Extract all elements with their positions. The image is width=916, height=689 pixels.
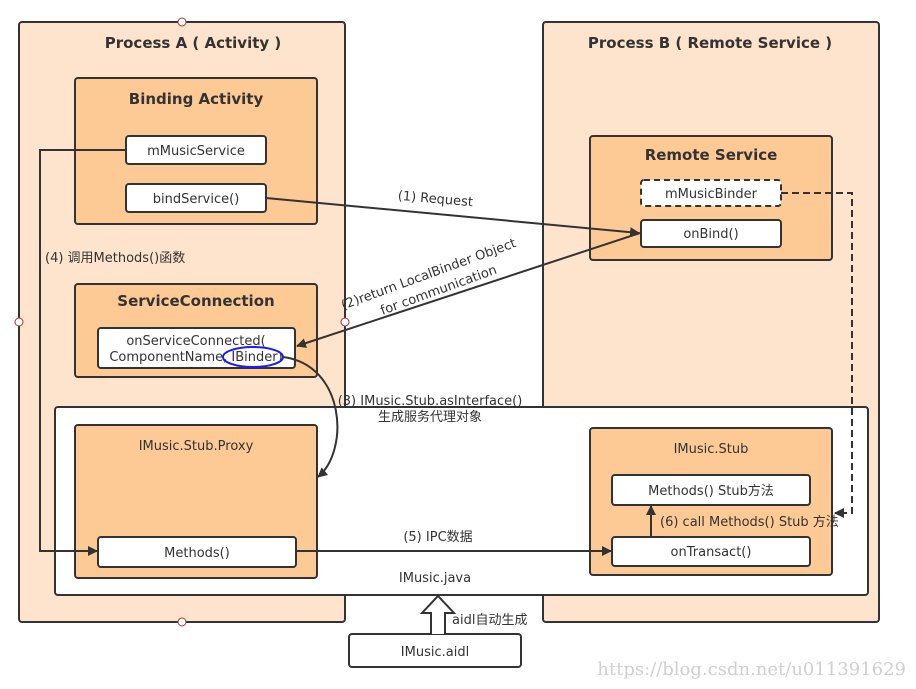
generate-arrow-icon — [419, 594, 457, 634]
bindservice-label: bindService() — [153, 192, 240, 207]
stub-methods-label: Methods() Stub方法 — [648, 483, 774, 499]
mmusicbinder-label: mMusicBinder — [665, 187, 758, 202]
service-connection: ServiceConnection onServiceConnected( Co… — [74, 283, 318, 378]
ipc-diagram: Process A ( Activity ) Process B ( Remot… — [14, 17, 906, 680]
step4-label: (4) 调用Methods()函数 — [45, 251, 185, 266]
ontransact-label: onTransact() — [671, 545, 752, 560]
process-a-title: Process A ( Activity ) — [105, 34, 282, 52]
onserviceconnected-line2: ComponentName, IBinder) — [109, 350, 282, 365]
watermark: https://blog.csdn.net/u011391629 — [597, 659, 906, 680]
step3-label-line1: (3) IMusic.Stub.asInterface() — [338, 394, 523, 409]
imusic-java: IMusic.java IMusic.Stub.Proxy Methods() … — [54, 406, 869, 596]
handle-top — [177, 17, 187, 27]
remote-service-title: Remote Service — [645, 146, 778, 164]
aidl-generated-label: aidl自动生成 — [452, 613, 527, 628]
step1-label: (1) Request — [397, 189, 473, 211]
imusic-aidl-label: IMusic.aidl — [401, 645, 469, 660]
service-connection-title: ServiceConnection — [117, 292, 274, 310]
stub-title: IMusic.Stub — [674, 442, 749, 457]
step6-label: (6) call Methods() Stub 方法 — [660, 514, 839, 530]
proxy-methods-label: Methods() — [164, 546, 230, 561]
step3-label-line2: 生成服务代理对象 — [378, 409, 482, 425]
mmusicservice-label: mMusicService — [147, 144, 245, 159]
handle-right — [340, 317, 350, 327]
step5-label: (5) IPC数据 — [403, 530, 472, 545]
stub-proxy-title: IMusic.Stub.Proxy — [139, 439, 254, 454]
imusic-java-label: IMusic.java — [399, 571, 471, 586]
onbind-label: onBind() — [683, 227, 738, 242]
handle-bottom — [177, 617, 187, 627]
handle-left — [14, 317, 24, 327]
process-b-title: Process B ( Remote Service ) — [588, 34, 832, 52]
remote-service: Remote Service mMusicBinder onBind() — [589, 135, 833, 261]
aidl: IMusic.aidl aidl自动生成 — [348, 594, 527, 668]
binding-activity-title: Binding Activity — [129, 90, 264, 108]
